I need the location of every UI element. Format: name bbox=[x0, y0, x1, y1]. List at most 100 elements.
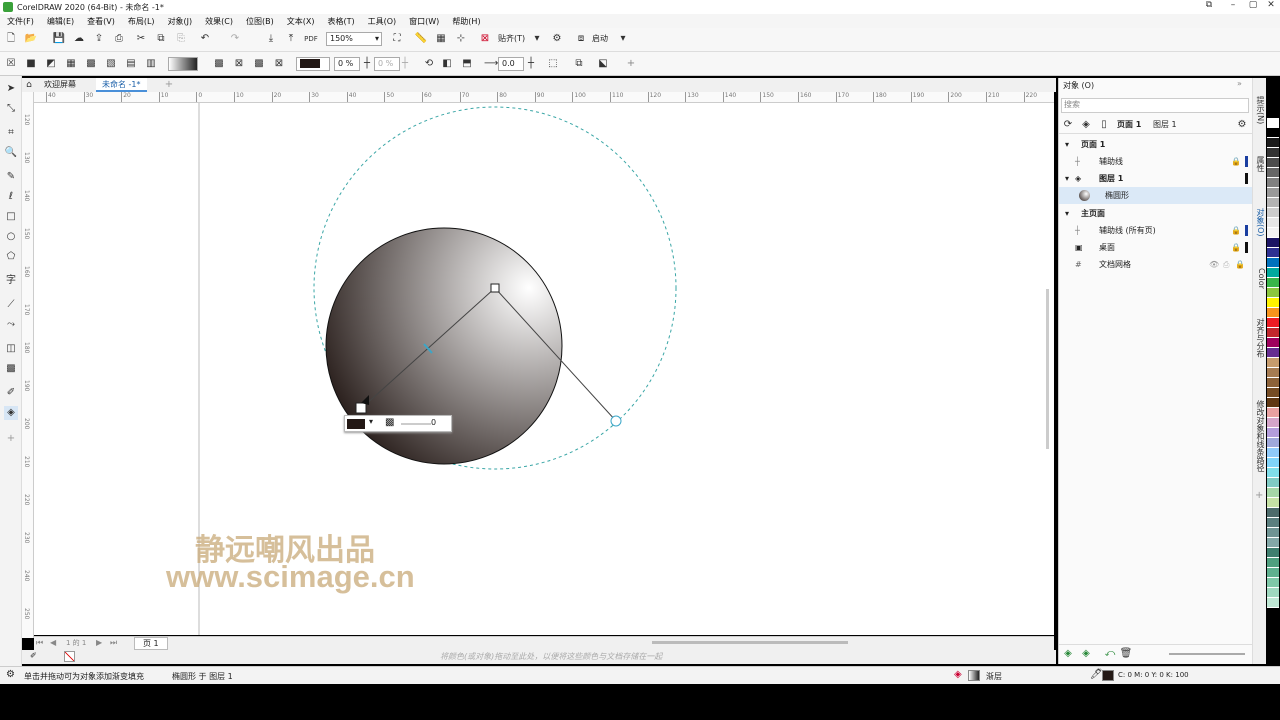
print-icon[interactable]: ⎙ bbox=[112, 32, 126, 46]
palette-swatch[interactable] bbox=[1267, 228, 1279, 238]
freehand-tool-icon[interactable]: ✎ bbox=[4, 170, 18, 184]
show-guidelines-icon[interactable]: ⊹ bbox=[454, 32, 468, 46]
lock-icon[interactable]: 🔒 bbox=[1231, 222, 1241, 239]
rectangle-tool-icon[interactable]: □ bbox=[4, 210, 18, 224]
dynamic-guides-icon[interactable]: ⊠ bbox=[478, 32, 492, 46]
palette-swatch[interactable] bbox=[1267, 218, 1279, 228]
menu-object[interactable]: 对象(J) bbox=[168, 16, 193, 27]
node-popup-color-swatch[interactable] bbox=[347, 419, 365, 429]
home-icon[interactable]: ⌂ bbox=[22, 78, 36, 92]
palette-swatch[interactable] bbox=[1267, 338, 1279, 348]
account-icon[interactable]: ⧉ bbox=[1200, 0, 1218, 10]
page-icon[interactable]: ▯ bbox=[1097, 118, 1111, 132]
options-gear-icon[interactable]: ⚙ bbox=[550, 32, 564, 46]
palette-swatch[interactable] bbox=[1267, 138, 1279, 148]
eyedropper-icon[interactable]: ✐ bbox=[4, 386, 18, 400]
export-icon[interactable]: ⤒ bbox=[284, 32, 298, 46]
acceleration-field[interactable]: 0.0 bbox=[498, 57, 524, 71]
close-button[interactable]: ✕ bbox=[1262, 0, 1280, 10]
tab-welcome[interactable]: 欢迎屏幕 bbox=[38, 78, 82, 92]
acceleration-icon[interactable]: ⟶ bbox=[484, 57, 498, 71]
palette-swatch[interactable] bbox=[1267, 438, 1279, 448]
drop-shadow-icon[interactable]: ◫ bbox=[4, 342, 18, 356]
side-tab-properties[interactable]: 属性 bbox=[1254, 156, 1266, 172]
side-tab-align[interactable]: 对齐与分布 bbox=[1254, 318, 1266, 358]
current-layer-label[interactable]: 图层 1 bbox=[1153, 119, 1177, 130]
open-icon[interactable]: 📂 bbox=[24, 32, 38, 46]
palette-swatch[interactable] bbox=[1267, 308, 1279, 318]
tree-ellipse-selected[interactable]: 椭圆形 bbox=[1059, 187, 1253, 204]
palette-swatch[interactable] bbox=[1267, 448, 1279, 458]
outline-swatch[interactable] bbox=[1102, 670, 1114, 681]
tree-guides-all-pages[interactable]: ┼ 辅助线 (所有页) 🔒 bbox=[1059, 222, 1253, 239]
two-color-pattern-fill-icon[interactable]: ▧ bbox=[104, 57, 118, 71]
chevron-down-icon[interactable]: ▾ bbox=[530, 32, 544, 46]
expand-icon[interactable]: ▾ bbox=[1065, 205, 1069, 222]
new-master-layer-icon[interactable]: ◈ bbox=[1079, 647, 1093, 661]
chevron-down-icon[interactable]: ▾ bbox=[616, 32, 630, 46]
copy-icon[interactable]: ⧉ bbox=[154, 32, 168, 46]
menu-layout[interactable]: 布局(L) bbox=[128, 16, 155, 27]
palette-swatch[interactable] bbox=[1267, 388, 1279, 398]
tree-master-page[interactable]: ▾ 主页面 bbox=[1059, 205, 1253, 222]
free-scale-icon[interactable]: ⬚ bbox=[546, 57, 560, 71]
menu-edit[interactable]: 编辑(E) bbox=[47, 16, 74, 27]
expand-icon[interactable]: ▾ bbox=[1065, 136, 1069, 153]
minimize-button[interactable]: – bbox=[1224, 0, 1242, 10]
horizontal-ruler[interactable]: 40 30 20 10 0 10 20 30 40 50 60 70 80 90 100 110 120 130 1… bbox=[34, 92, 1054, 103]
show-grid-icon[interactable]: ▦ bbox=[434, 32, 448, 46]
status-gear-icon[interactable]: ⚙ bbox=[6, 669, 15, 680]
palette-swatch[interactable] bbox=[1267, 548, 1279, 558]
save-icon[interactable]: 💾 bbox=[52, 32, 66, 46]
palette-swatch[interactable] bbox=[1267, 508, 1279, 518]
redo-icon[interactable]: ↷ bbox=[228, 32, 242, 46]
palette-swatch[interactable] bbox=[1267, 298, 1279, 308]
menu-text[interactable]: 文本(X) bbox=[287, 16, 315, 27]
palette-swatch[interactable] bbox=[1267, 458, 1279, 468]
tree-guides[interactable]: ┼ 辅助线 🔒 bbox=[1059, 153, 1253, 170]
add-tool-icon[interactable]: + bbox=[4, 432, 18, 446]
delete-icon[interactable]: 🗑 bbox=[1119, 647, 1133, 661]
tree-page-1[interactable]: ▾ 页面 1 bbox=[1059, 136, 1253, 153]
fill-bucket-icon[interactable]: ◈ bbox=[954, 669, 962, 680]
lock-icon[interactable]: 🔒 bbox=[1235, 256, 1245, 273]
palette-swatch[interactable] bbox=[1267, 118, 1279, 128]
palette-swatch[interactable] bbox=[1267, 478, 1279, 488]
add-icon[interactable]: + bbox=[624, 57, 638, 71]
palette-swatch[interactable] bbox=[1267, 188, 1279, 198]
palette-swatch[interactable] bbox=[1267, 318, 1279, 328]
palette-swatch[interactable] bbox=[1267, 268, 1279, 278]
fill-settings-icon[interactable]: ⬕ bbox=[596, 57, 610, 71]
linear-fountain-icon[interactable]: ▩ bbox=[212, 57, 226, 71]
fountain-fill-icon[interactable]: ◩ bbox=[44, 57, 58, 71]
layer-properties-icon[interactable]: ⟳ bbox=[1061, 118, 1075, 132]
node-position-icon[interactable]: ┼ bbox=[360, 57, 374, 71]
paste-icon[interactable]: ⎘ bbox=[174, 32, 188, 46]
menu-view[interactable]: 查看(V) bbox=[87, 16, 115, 27]
palette-swatch[interactable] bbox=[1267, 208, 1279, 218]
spin-icon[interactable]: ┼ bbox=[524, 57, 538, 71]
new-layer-icon[interactable]: ◈ bbox=[1061, 647, 1075, 661]
menu-help[interactable]: 帮助(H) bbox=[452, 16, 480, 27]
launch-icon[interactable]: ⧈ bbox=[574, 32, 588, 46]
palette-swatch[interactable] bbox=[1267, 288, 1279, 298]
palette-swatch[interactable] bbox=[1267, 258, 1279, 268]
zoom-level-field[interactable]: 150% ▾ bbox=[326, 32, 382, 46]
search-field[interactable]: 搜索 bbox=[1061, 98, 1249, 113]
palette-swatch[interactable] bbox=[1267, 148, 1279, 158]
node-popup-value[interactable]: 0 bbox=[431, 418, 436, 427]
import-icon[interactable]: ⤓ bbox=[264, 32, 278, 46]
palette-swatch[interactable] bbox=[1267, 598, 1279, 608]
node-position-field[interactable]: 0 % bbox=[374, 57, 400, 71]
palette-swatch[interactable] bbox=[1267, 588, 1279, 598]
outline-pen-icon[interactable]: 🖊 bbox=[1090, 669, 1103, 680]
tree-desktop[interactable]: ▣ 桌面 🔒 bbox=[1059, 239, 1253, 256]
postscript-fill-icon[interactable]: ▥ bbox=[144, 57, 158, 71]
transparency-tool-icon[interactable]: ▩ bbox=[4, 362, 18, 376]
crop-tool-icon[interactable]: ⌗ bbox=[4, 126, 18, 140]
vertical-ruler[interactable]: 120 130 140 150 160 170 180 190 200 210 220 230 240 2… bbox=[22, 92, 34, 638]
first-page-icon[interactable]: ⏮ bbox=[36, 638, 43, 648]
menu-tools[interactable]: 工具(O) bbox=[368, 16, 397, 27]
tab-page-1[interactable]: 页 1 bbox=[134, 637, 168, 650]
show-rulers-icon[interactable]: 📏 bbox=[414, 32, 428, 46]
